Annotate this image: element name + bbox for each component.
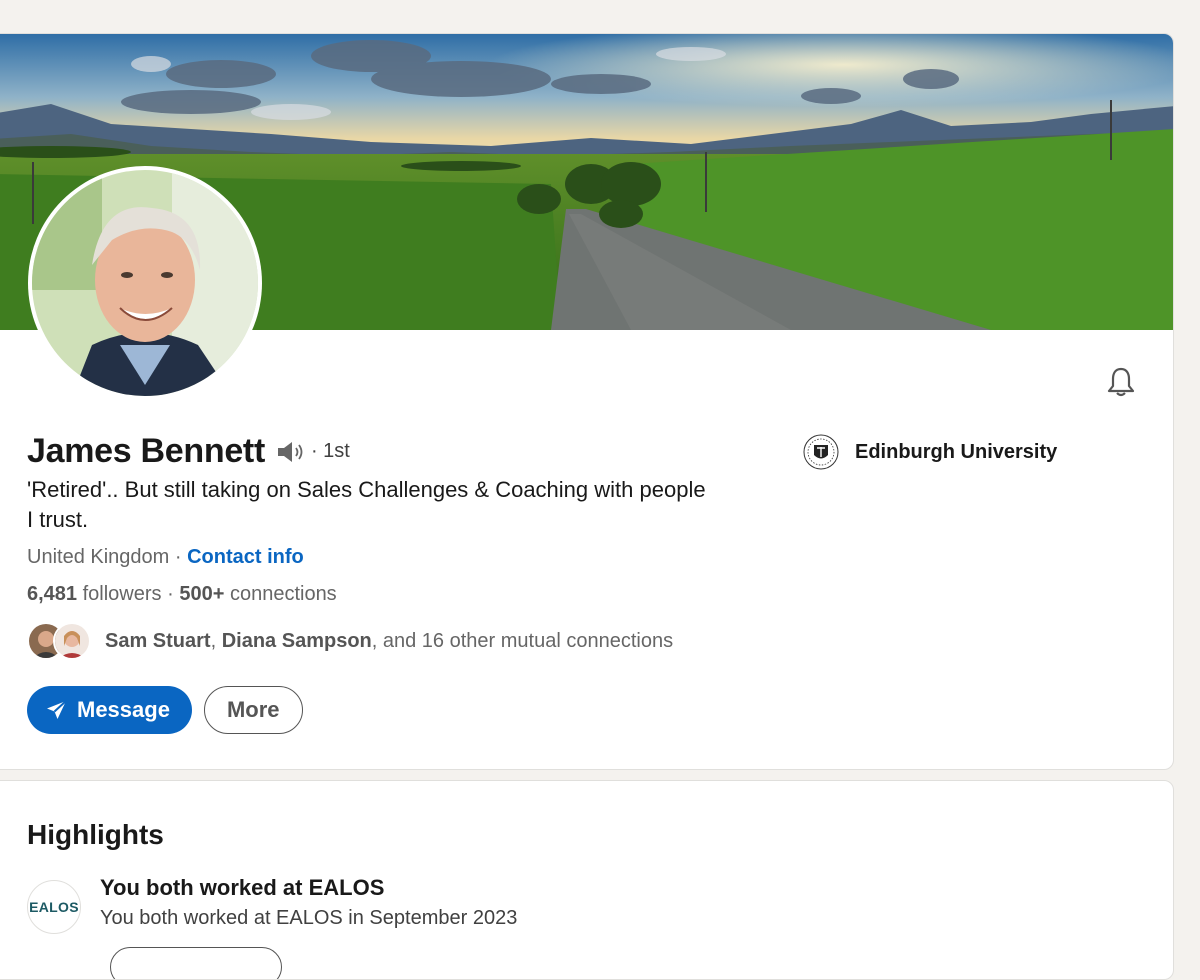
profile-actions: Message More [27,686,303,734]
university-crest-icon [803,434,839,470]
name-row: James Bennett · 1st [27,432,350,471]
location-row: United Kingdom · Contact info [27,546,304,569]
bell-icon [1107,367,1135,397]
profile-photo[interactable] [28,166,262,400]
profile-card: James Bennett · 1st 'Retired'.. But stil… [0,33,1174,770]
paper-plane-icon [47,700,67,719]
profile-name: James Bennett [27,432,265,470]
mutual-rest: , and 16 other mutual connections [371,629,674,652]
education-link[interactable]: Edinburgh University [803,434,1057,470]
connections-count[interactable]: 500+ [179,583,224,605]
highlight-text: You both worked at EALOS You both worked… [100,873,517,934]
contact-info-link[interactable]: Contact info [187,546,304,568]
mutual-avatar [53,622,91,660]
mutual-name-1: Sam Stuart [105,629,211,652]
followers-count[interactable]: 6,481 [27,583,77,605]
profile-headline: 'Retired'.. But still taking on Sales Ch… [27,477,706,532]
more-button-label: More [226,697,280,722]
speaker-icon[interactable] [275,439,305,465]
highlight-item: EALOS You both worked at EALOS You both … [27,873,517,934]
stats-separator: · [161,583,180,605]
stats-row: 6,481 followers · 500+ connections [27,583,337,606]
education-name: Edinburgh University [855,440,1058,463]
location-text: United Kingdom [27,546,170,568]
message-button-label: Message [77,697,170,722]
mutual-connections-row[interactable]: Sam Stuart, Diana Sampson, and 16 other … [27,620,673,662]
message-button[interactable]: Message [27,686,192,734]
followers-label[interactable]: followers [77,583,162,605]
ealos-logo[interactable]: EALOS [27,880,81,934]
highlight-heading: You both worked at EALOS [100,875,385,900]
highlights-title: Highlights [27,819,164,850]
connections-label[interactable]: connections [224,583,337,605]
mutual-avatars [27,620,93,662]
mutual-connections-text[interactable]: Sam Stuart, Diana Sampson, and 16 other … [105,630,673,653]
mutual-sep: , [210,629,222,652]
more-button[interactable]: More [203,686,303,734]
mutual-name-2: Diana Sampson [221,629,372,652]
highlights-card: Highlights EALOS You both worked at EALO… [0,780,1174,980]
highlight-action-button[interactable] [110,947,282,979]
notifications-bell-button[interactable] [1103,364,1139,400]
highlight-subtext: You both worked at EALOS in September 20… [100,907,518,929]
location-separator: · [169,546,188,568]
connection-degree: · 1st [310,440,350,462]
